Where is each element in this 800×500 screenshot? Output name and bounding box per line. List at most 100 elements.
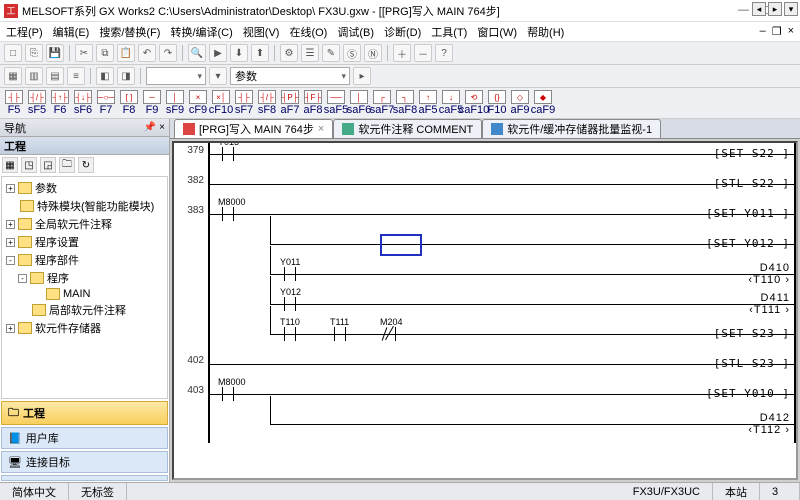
- tree-node[interactable]: -程序部件: [4, 251, 165, 269]
- ladder-symbol-sF8[interactable]: ┤/├sF8: [257, 90, 277, 116]
- coil-timer[interactable]: D410‹T110 ›: [748, 262, 790, 286]
- paste-button[interactable]: 📋: [117, 44, 135, 62]
- tree-node[interactable]: +参数: [4, 179, 165, 197]
- ladder-symbol-F8[interactable]: [ ]F8: [119, 90, 139, 116]
- zoom-in-button[interactable]: ＋: [393, 44, 411, 62]
- menu-diagnostics[interactable]: 诊断(D): [384, 24, 421, 40]
- nav-tab-project[interactable]: 🗀 工程: [1, 401, 168, 425]
- tb2-btn[interactable]: ▦: [4, 67, 22, 85]
- menu-project[interactable]: 工程(P): [6, 24, 43, 40]
- zoom-out-button[interactable]: －: [414, 44, 432, 62]
- tab-scroll-left-button[interactable]: ◂: [752, 2, 766, 16]
- tree-btn[interactable]: ◲: [40, 157, 56, 173]
- pin-icon[interactable]: 📌 ×: [144, 122, 165, 133]
- help-button[interactable]: ?: [435, 44, 453, 62]
- simulate-button[interactable]: ☰: [301, 44, 319, 62]
- tab-prg-main[interactable]: [PRG]写入 MAIN 764步 ×: [174, 119, 333, 138]
- menu-find[interactable]: 搜索/替换(F): [99, 24, 160, 40]
- minimize-button[interactable]: —: [738, 4, 749, 17]
- mdi-close-button[interactable]: ×: [788, 25, 794, 38]
- undo-button[interactable]: ↶: [138, 44, 156, 62]
- tree-btn[interactable]: 🗀: [59, 157, 75, 173]
- contact[interactable]: [280, 327, 300, 341]
- note-button[interactable]: Ⓝ: [364, 44, 382, 62]
- coil-instruction[interactable]: [STL S22 ]: [714, 177, 790, 190]
- statement-button[interactable]: Ⓢ: [343, 44, 361, 62]
- ladder-symbol-sF6[interactable]: ┤↓├sF6: [73, 90, 93, 116]
- compile-button[interactable]: ⚙: [280, 44, 298, 62]
- copy-button[interactable]: ⧉: [96, 44, 114, 62]
- param-combo[interactable]: 参数: [230, 67, 350, 85]
- nav-resize-grip[interactable]: [1, 475, 168, 481]
- tab-comment[interactable]: 软元件注释 COMMENT: [333, 119, 482, 138]
- menu-tools[interactable]: 工具(T): [431, 24, 467, 40]
- coil-timer[interactable]: D411‹T111 ›: [749, 292, 790, 316]
- menu-edit[interactable]: 编辑(E): [53, 24, 90, 40]
- tree-btn[interactable]: ↻: [78, 157, 94, 173]
- ladder-symbol-aF9[interactable]: ◇aF9: [510, 90, 530, 116]
- coil-instruction[interactable]: [SET Y010 ]: [706, 387, 790, 400]
- ladder-symbol-aF7[interactable]: ┤P├aF7: [280, 90, 300, 116]
- tb2-btn[interactable]: ◨: [117, 67, 135, 85]
- contact[interactable]: [280, 297, 300, 311]
- ladder-symbol-F5[interactable]: ┤├F5: [4, 90, 24, 116]
- ladder-symbol-saF8[interactable]: ┐saF8: [395, 90, 415, 116]
- monitor-button[interactable]: ▶: [209, 44, 227, 62]
- mdi-restore-button[interactable]: ❐: [772, 25, 782, 38]
- coil-timer[interactable]: D412‹T112 ›: [748, 412, 790, 436]
- redo-button[interactable]: ↷: [159, 44, 177, 62]
- coil-instruction[interactable]: [SET Y012 ]: [706, 237, 790, 250]
- cut-button[interactable]: ✂: [75, 44, 93, 62]
- menu-help[interactable]: 帮助(H): [527, 24, 564, 40]
- contact[interactable]: [218, 207, 238, 221]
- expand-icon[interactable]: -: [18, 274, 27, 283]
- new-button[interactable]: □: [4, 44, 22, 62]
- tab-device-monitor[interactable]: 软元件/缓冲存储器批量监视-1: [482, 119, 661, 138]
- tab-close-icon[interactable]: ×: [318, 123, 324, 135]
- find-button[interactable]: 🔍: [188, 44, 206, 62]
- ladder-symbol-cF9[interactable]: ×cF9: [188, 90, 208, 116]
- menu-compile[interactable]: 转换/编译(C): [170, 24, 232, 40]
- tree-node[interactable]: 特殊模块(智能功能模块): [4, 197, 165, 215]
- coil-instruction[interactable]: [STL S23 ]: [714, 357, 790, 370]
- open-button[interactable]: ⎘: [25, 44, 43, 62]
- nav-tab-userlib[interactable]: 📘 用户库: [1, 427, 168, 449]
- menu-debug[interactable]: 调试(B): [337, 24, 374, 40]
- ladder-symbol-F6[interactable]: ┤↑├F6: [50, 90, 70, 116]
- tree-btn[interactable]: ◳: [21, 157, 37, 173]
- ladder-symbol-sF7[interactable]: ┤├sF7: [234, 90, 254, 116]
- ladder-symbol-F10[interactable]: {}F10: [487, 90, 507, 116]
- contact[interactable]: [330, 327, 350, 341]
- tree-node[interactable]: +程序设置: [4, 233, 165, 251]
- tree-node[interactable]: +全局软元件注释: [4, 215, 165, 233]
- expand-icon[interactable]: +: [6, 220, 15, 229]
- save-button[interactable]: 💾: [46, 44, 64, 62]
- contact[interactable]: [280, 267, 300, 281]
- coil-instruction[interactable]: [SET S23 ]: [714, 327, 790, 340]
- mdi-minimize-button[interactable]: –: [760, 25, 766, 38]
- tree-node[interactable]: MAIN: [4, 287, 165, 301]
- ladder-symbol-aF5[interactable]: ↑aF5: [418, 90, 438, 116]
- tb2-btn[interactable]: ≡: [67, 67, 85, 85]
- ladder-editor[interactable]: 379Y013[SET S22 ]382[STL S22 ]383M8000[S…: [172, 141, 798, 480]
- contact[interactable]: [218, 147, 238, 161]
- expand-icon[interactable]: +: [6, 238, 15, 247]
- ladder-symbol-F9[interactable]: ─F9: [142, 90, 162, 116]
- tree-node[interactable]: -程序: [4, 269, 165, 287]
- comment-button[interactable]: ✎: [322, 44, 340, 62]
- expand-icon[interactable]: +: [6, 184, 15, 193]
- tb2-btn[interactable]: ▸: [353, 67, 371, 85]
- expand-icon[interactable]: -: [6, 256, 15, 265]
- expand-icon[interactable]: +: [6, 324, 15, 333]
- write-button[interactable]: ⬇: [230, 44, 248, 62]
- tree-btn[interactable]: ▦: [2, 157, 18, 173]
- ladder-symbol-caF10[interactable]: ⟲caF10: [464, 90, 484, 116]
- read-button[interactable]: ⬆: [251, 44, 269, 62]
- ladder-symbol-saF7[interactable]: ┌saF7: [372, 90, 392, 116]
- project-tree[interactable]: +参数特殊模块(智能功能模块)+全局软元件注释+程序设置-程序部件-程序MAIN…: [1, 176, 168, 399]
- menu-window[interactable]: 窗口(W): [477, 24, 517, 40]
- ladder-symbol-aF8[interactable]: ┤F├aF8: [303, 90, 323, 116]
- tab-list-button[interactable]: ▾: [784, 2, 798, 16]
- tb2-btn[interactable]: ▾: [209, 67, 227, 85]
- ladder-symbol-F7[interactable]: ─○─F7: [96, 90, 116, 116]
